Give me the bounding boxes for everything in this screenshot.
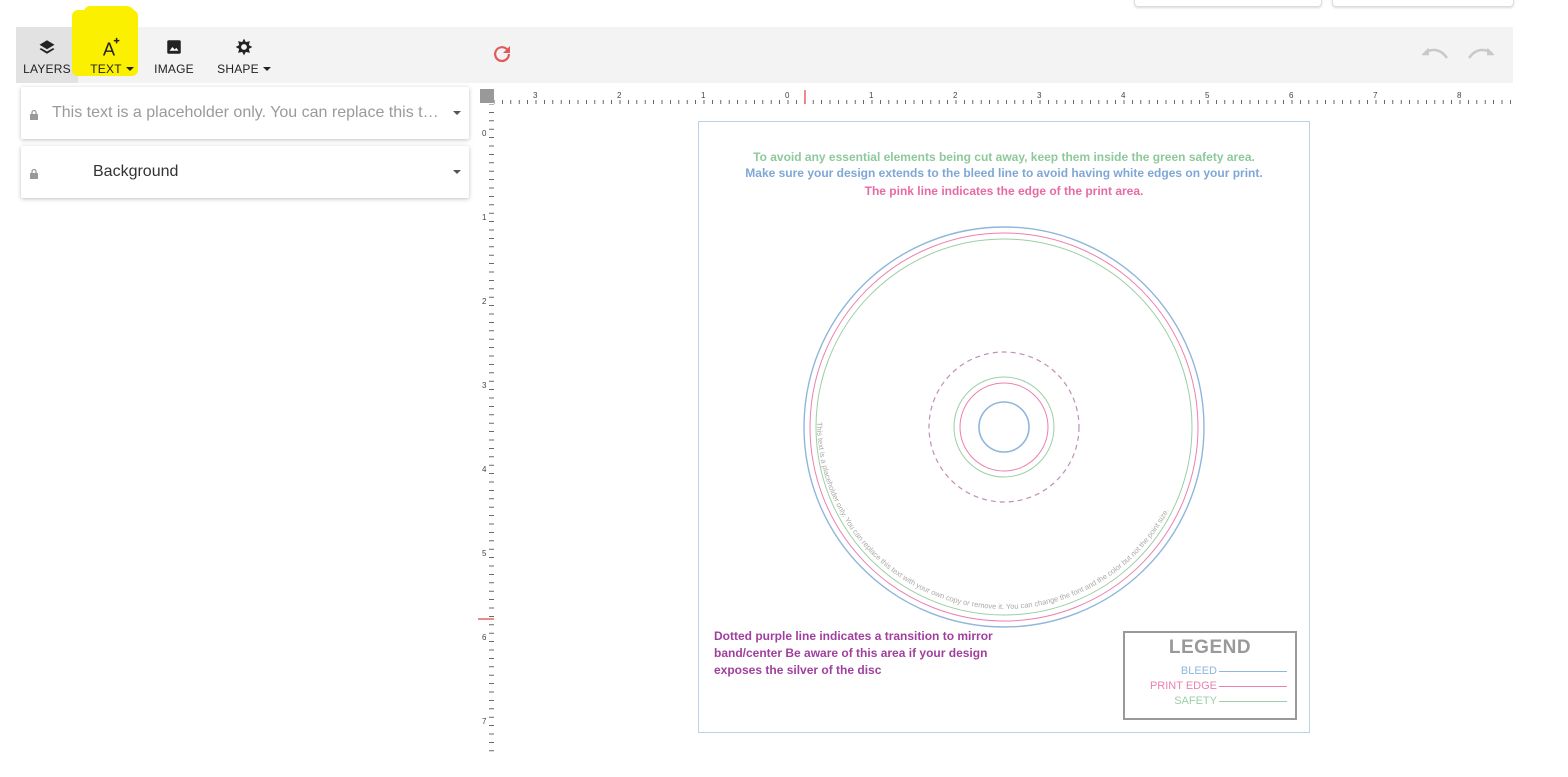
ruler-label: 2 xyxy=(617,91,622,100)
tool-shape-label: SHAPE xyxy=(217,61,259,76)
undo-icon[interactable] xyxy=(1421,45,1450,68)
legend-label: SAFETY xyxy=(1174,695,1217,707)
legend-label: BLEED xyxy=(1180,665,1217,677)
tool-layers-label: LAYERS xyxy=(23,61,71,76)
ruler-label: 8 xyxy=(1457,91,1462,100)
chevron-down-icon[interactable] xyxy=(453,170,461,174)
ruler-label: 1 xyxy=(869,91,874,100)
chevron-down-icon xyxy=(125,66,134,71)
layer-item-background[interactable]: Background xyxy=(21,146,469,198)
chevron-down-icon xyxy=(262,66,271,71)
ruler-label: 1 xyxy=(701,91,706,100)
ruler-label: 2 xyxy=(482,297,487,306)
tool-shape[interactable]: SHAPE xyxy=(214,27,274,83)
center-hole-circle xyxy=(978,401,1030,453)
inner-print-circle xyxy=(959,382,1049,472)
ruler-label: 2 xyxy=(953,91,958,100)
legend-line xyxy=(1219,670,1287,672)
tool-text[interactable]: A TEXT xyxy=(88,27,136,83)
legend-title: LEGEND xyxy=(1168,637,1252,658)
legend: LEGEND BLEED PRINT EDGE SAFETY xyxy=(1123,631,1297,720)
ruler-label: 1 xyxy=(482,213,487,222)
ruler-label: 3 xyxy=(1037,91,1042,100)
inner-safety-circle xyxy=(953,376,1055,478)
legend-row-bleed: BLEED xyxy=(1181,665,1287,677)
image-icon xyxy=(165,35,183,59)
shape-icon xyxy=(234,35,254,59)
layer-label: This text is a placeholder only. You can… xyxy=(52,104,444,121)
ruler-label: 7 xyxy=(1373,91,1378,100)
tool-image[interactable]: IMAGE xyxy=(150,27,198,83)
ruler-label: 6 xyxy=(1289,91,1294,100)
ruler-corner xyxy=(480,89,494,103)
mirror-band-circle xyxy=(928,351,1080,503)
bleed-circle xyxy=(803,226,1205,628)
print-edge-hint: The pink line indicates the edge of the … xyxy=(864,184,1144,198)
legend-line xyxy=(1219,700,1287,702)
ruler-label: 5 xyxy=(482,549,487,558)
mirror-band-note: Dotted purple line indicates a transitio… xyxy=(714,629,993,677)
ruler-label: 0 xyxy=(482,129,487,138)
chevron-down-icon[interactable] xyxy=(453,111,461,115)
safety-hint: To avoid any essential elements being cu… xyxy=(753,150,1255,164)
ruler-label: 4 xyxy=(482,465,487,474)
tool-text-label: TEXT xyxy=(90,61,122,76)
ruler-label: 3 xyxy=(533,91,538,100)
legend-row-safety: SAFETY xyxy=(1174,695,1287,707)
ruler-label: 5 xyxy=(1205,91,1210,100)
ruler-label: 0 xyxy=(785,91,790,100)
redo-icon[interactable] xyxy=(1466,45,1495,68)
lock-icon xyxy=(29,107,39,125)
safety-circle xyxy=(815,238,1193,616)
layer-label: Background xyxy=(93,163,179,180)
design-canvas[interactable]: This text is a placeholder only. You can… xyxy=(698,121,1310,733)
lock-icon xyxy=(29,166,39,184)
top-button-right[interactable] xyxy=(1332,0,1514,7)
tool-image-label: IMAGE xyxy=(154,61,194,76)
refresh-icon[interactable] xyxy=(490,42,514,71)
layers-icon xyxy=(38,35,56,59)
ruler-label: 4 xyxy=(1121,91,1126,100)
bleed-hint: Make sure your design extends to the ble… xyxy=(745,166,1263,180)
legend-line xyxy=(1219,685,1287,687)
vertical-ruler: 0 1 2 3 4 5 6 7 xyxy=(478,104,494,752)
layer-item-placeholder-text[interactable]: This text is a placeholder only. You can… xyxy=(21,87,469,139)
text-add-icon: A xyxy=(101,35,123,59)
top-button-left[interactable] xyxy=(1134,0,1322,7)
print-edge-circle xyxy=(809,232,1199,622)
ruler-label: 3 xyxy=(482,381,487,390)
ruler-label: 6 xyxy=(482,633,487,642)
legend-label: PRINT EDGE xyxy=(1149,680,1217,692)
tool-layers[interactable]: LAYERS xyxy=(16,27,78,83)
legend-row-print-edge: PRINT EDGE xyxy=(1150,680,1287,692)
horizontal-ruler: 3210123456789 xyxy=(494,90,1511,104)
ruler-label: 7 xyxy=(482,717,487,726)
